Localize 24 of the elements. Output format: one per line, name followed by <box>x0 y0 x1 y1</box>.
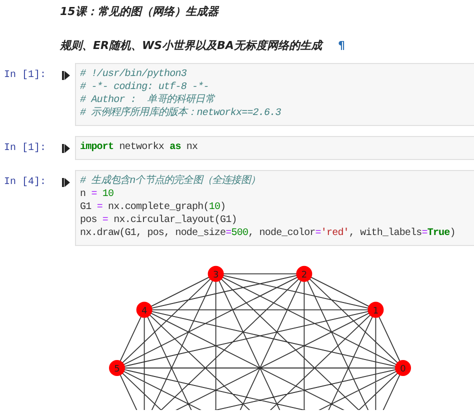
graph-node <box>136 302 152 318</box>
cell-prompt: In [1]: <box>3 142 48 154</box>
notebook-heading: 15课：常见的图（网络）生成器 <box>60 4 220 20</box>
code-input[interactable]: # !/usr/bin/python3 # -*- coding: utf-8 -*- # Author : 单哥的科研日常 # 示例程序所用库的版本：networkx==2.6.3 <box>75 63 474 126</box>
anchor-link[interactable]: ¶ <box>338 38 345 52</box>
node-label: 4 <box>141 306 148 316</box>
code-input[interactable]: import networkx as nx <box>75 136 474 160</box>
run-cell-icon[interactable] <box>62 71 70 80</box>
section-heading: 规则、ER随机、WS小世界以及BA无标度网络的生成 <box>60 38 322 52</box>
graph-node <box>208 266 224 282</box>
node-label: 2 <box>301 270 308 280</box>
graph-node <box>395 360 411 376</box>
node-label: 5 <box>114 364 120 374</box>
graph-node <box>368 302 384 318</box>
cell-prompt: In [4]: <box>3 176 48 188</box>
cell-prompt: In [1]: <box>3 68 48 81</box>
graph-node <box>109 360 125 376</box>
node-label: 1 <box>372 306 379 316</box>
run-cell-icon[interactable] <box>62 144 70 153</box>
node-label: 3 <box>212 270 219 280</box>
code-input[interactable]: # 生成包含n个节点的完全图（全连接图） n = 10 G1 = nx.complete_graph(10) pos = nx.circular_layout(G1) nx.draw(G1, pos, node_size=500, node_color='red', with_labels=True) <box>75 170 474 246</box>
node-label: 0 <box>400 364 406 374</box>
graph-node <box>296 266 312 282</box>
run-cell-icon[interactable] <box>62 178 70 187</box>
